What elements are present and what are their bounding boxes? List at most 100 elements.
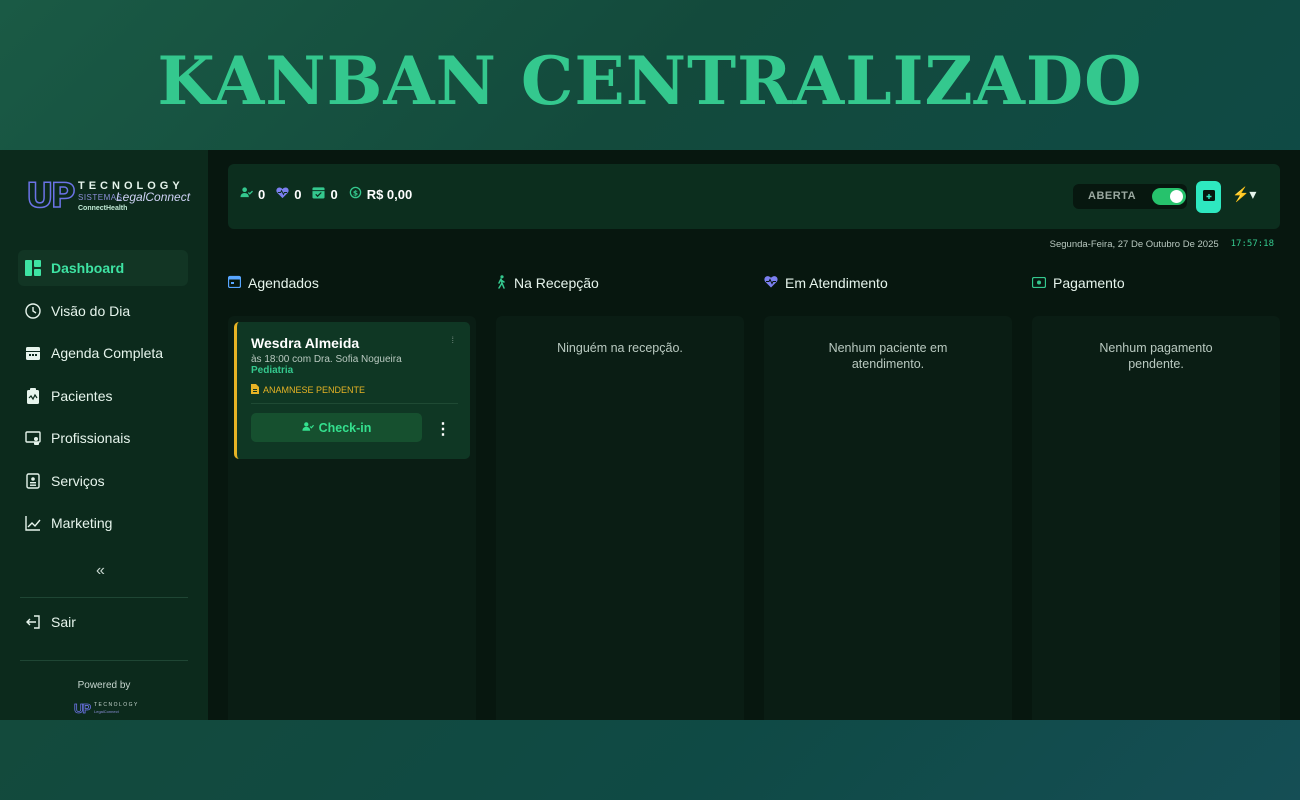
- column-title: Agendados: [248, 275, 319, 291]
- stat-value: 0: [258, 186, 266, 202]
- calendar-check-icon: [312, 186, 326, 202]
- sidebar-divider: [20, 597, 188, 598]
- banner-title: KANBAN CENTRALIZADO: [157, 42, 1143, 120]
- money-icon: $: [349, 186, 362, 202]
- appointment-specialty: Pediatria: [251, 365, 294, 376]
- calendar-add-button[interactable]: [1196, 181, 1221, 213]
- logo-legalconnect: LegalConnect: [116, 190, 191, 204]
- quick-actions-dropdown[interactable]: ⚡▾: [1232, 186, 1256, 203]
- checkin-button[interactable]: Check-in: [251, 413, 422, 442]
- monitor-user-icon: [24, 429, 42, 447]
- stat-scheduled: 0: [312, 186, 338, 202]
- sidebar-item-label: Visão do Dia: [51, 302, 131, 319]
- stat-checked-in: 0: [240, 186, 265, 202]
- dashboard-icon: [24, 259, 42, 277]
- stat-value: 0: [294, 186, 302, 202]
- powered-by-logo: UP TECNOLOGY LegalConnect: [74, 701, 138, 717]
- stat-revenue: $ R$ 0,00: [349, 186, 413, 202]
- powered-logo-legalconnect: LegalConnect: [94, 709, 119, 714]
- calendar-icon: [227, 275, 242, 291]
- clinic-status-label: ABERTA: [1088, 190, 1137, 202]
- clinic-status-toggle[interactable]: [1152, 188, 1186, 205]
- user-check-icon: [240, 186, 253, 202]
- column-title: Na Recepção: [514, 275, 599, 291]
- sidebar-nav: Dashboard Visão do Dia Agenda Completa P…: [18, 250, 188, 548]
- clipboard-icon: [24, 387, 42, 405]
- appointment-card[interactable]: Wesdra Almeida ⁞ às 18:00 com Dra. Sofia…: [234, 322, 470, 459]
- sidebar-item-label: Profissionais: [51, 430, 131, 446]
- current-date: Segunda-Feira, 27 De Outubro De 2025: [1049, 239, 1219, 250]
- powered-logo-up: UP: [74, 701, 92, 717]
- sidebar-divider: [20, 660, 188, 661]
- column-header: Pagamento: [1031, 274, 1280, 292]
- logout-button[interactable]: Sair: [18, 604, 188, 640]
- list-icon: [24, 472, 42, 490]
- powered-logo-tecnology: TECNOLOGY: [94, 702, 139, 708]
- top-bar: 0 0 0 $ R$ 0,00 ABERTA ⚡▾: [228, 164, 1280, 229]
- trend-icon: [24, 514, 42, 532]
- logo-connecthealth: ConnectHealth: [78, 205, 128, 212]
- column-agendados: Agendados Wesdra Almeida ⁞ às 18:00 com …: [227, 274, 476, 720]
- column-header: Em Atendimento: [764, 274, 1012, 292]
- walking-icon: [496, 274, 507, 292]
- drag-handle-icon[interactable]: ⁞: [451, 336, 454, 345]
- document-warning-icon: [251, 384, 259, 396]
- brand-logo[interactable]: UP TECNOLOGY SISTEMAS LegalConnect Conne…: [25, 176, 191, 218]
- checkin-label: Check-in: [318, 420, 372, 435]
- column-title: Em Atendimento: [785, 275, 888, 291]
- empty-state: Ninguém na recepção.: [557, 341, 683, 355]
- calendar-plus-icon: [1202, 188, 1216, 207]
- powered-by: Powered by: [77, 680, 131, 691]
- column-header: Agendados: [227, 274, 476, 292]
- column-header: Na Recepção: [496, 274, 744, 292]
- app-window: UP TECNOLOGY SISTEMAS LegalConnect Conne…: [0, 150, 1300, 720]
- heart-pulse-icon: [276, 186, 289, 202]
- column-pagamento: Pagamento Nenhum pagamento pendente.: [1031, 274, 1280, 720]
- sidebar-item-agenda-completa[interactable]: Agenda Completa: [18, 335, 188, 371]
- stats-row: 0 0 0 $ R$ 0,00: [240, 186, 412, 202]
- collapse-sidebar-icon[interactable]: «: [96, 562, 105, 580]
- calendar-icon: [24, 344, 42, 362]
- main-content: 0 0 0 $ R$ 0,00 ABERTA ⚡▾ Segunda-Feira,…: [208, 150, 1300, 720]
- sidebar-item-profissionais[interactable]: Profissionais: [18, 420, 188, 456]
- stat-in-service: 0: [276, 186, 301, 202]
- card-menu-icon[interactable]: ⋮: [435, 419, 451, 439]
- sidebar-item-label: Serviços: [51, 472, 105, 489]
- anamnese-warning: ANAMNESE PENDENTE: [251, 384, 365, 396]
- clinic-status: ABERTA: [1073, 184, 1187, 209]
- clock-icon: [24, 302, 42, 320]
- sidebar-item-label: Agenda Completa: [51, 345, 164, 361]
- money-icon: [1031, 275, 1047, 291]
- column-title: Pagamento: [1053, 275, 1125, 291]
- logout-label: Sair: [51, 614, 76, 630]
- appointment-time: às 18:00 com Dra. Sofia Nogueira: [251, 354, 402, 365]
- sidebar-item-dashboard[interactable]: Dashboard: [18, 250, 188, 286]
- column-na-recepcao: Na Recepção Ninguém na recepção.: [496, 274, 744, 720]
- sidebar-item-marketing[interactable]: Marketing: [18, 505, 188, 541]
- column-body: Wesdra Almeida ⁞ às 18:00 com Dra. Sofia…: [228, 316, 476, 720]
- warning-text: ANAMNESE PENDENTE: [263, 385, 366, 395]
- column-body: Nenhum pagamento pendente.: [1032, 316, 1280, 720]
- logout-area: Sair: [18, 604, 188, 647]
- logout-icon: [24, 613, 42, 631]
- column-em-atendimento: Em Atendimento Nenhum paciente em atendi…: [764, 274, 1012, 720]
- current-time: 17:57:18: [1230, 239, 1274, 249]
- logo-up: UP: [25, 176, 76, 216]
- sidebar-item-label: Pacientes: [51, 387, 113, 404]
- heart-pulse-icon: [764, 275, 778, 291]
- stat-value: R$ 0,00: [366, 186, 413, 202]
- sidebar-item-servicos[interactable]: Serviços: [18, 463, 188, 499]
- date-time: Segunda-Feira, 27 De Outubro De 2025 17:…: [1050, 239, 1274, 250]
- svg-text:$: $: [353, 188, 358, 197]
- stat-value: 0: [330, 186, 338, 202]
- column-body: Nenhum paciente em atendimento.: [764, 316, 1012, 720]
- sidebar-item-label: Marketing: [51, 515, 113, 531]
- column-body: Ninguém na recepção.: [496, 316, 744, 720]
- card-divider: [251, 403, 458, 404]
- sidebar-item-visao-do-dia[interactable]: Visão do Dia: [18, 293, 188, 329]
- user-check-icon: [302, 421, 314, 435]
- patient-name: Wesdra Almeida: [251, 335, 360, 351]
- empty-state: Nenhum paciente em atendimento.: [828, 341, 948, 371]
- sidebar: UP TECNOLOGY SISTEMAS LegalConnect Conne…: [0, 150, 208, 720]
- sidebar-item-pacientes[interactable]: Pacientes: [18, 378, 188, 414]
